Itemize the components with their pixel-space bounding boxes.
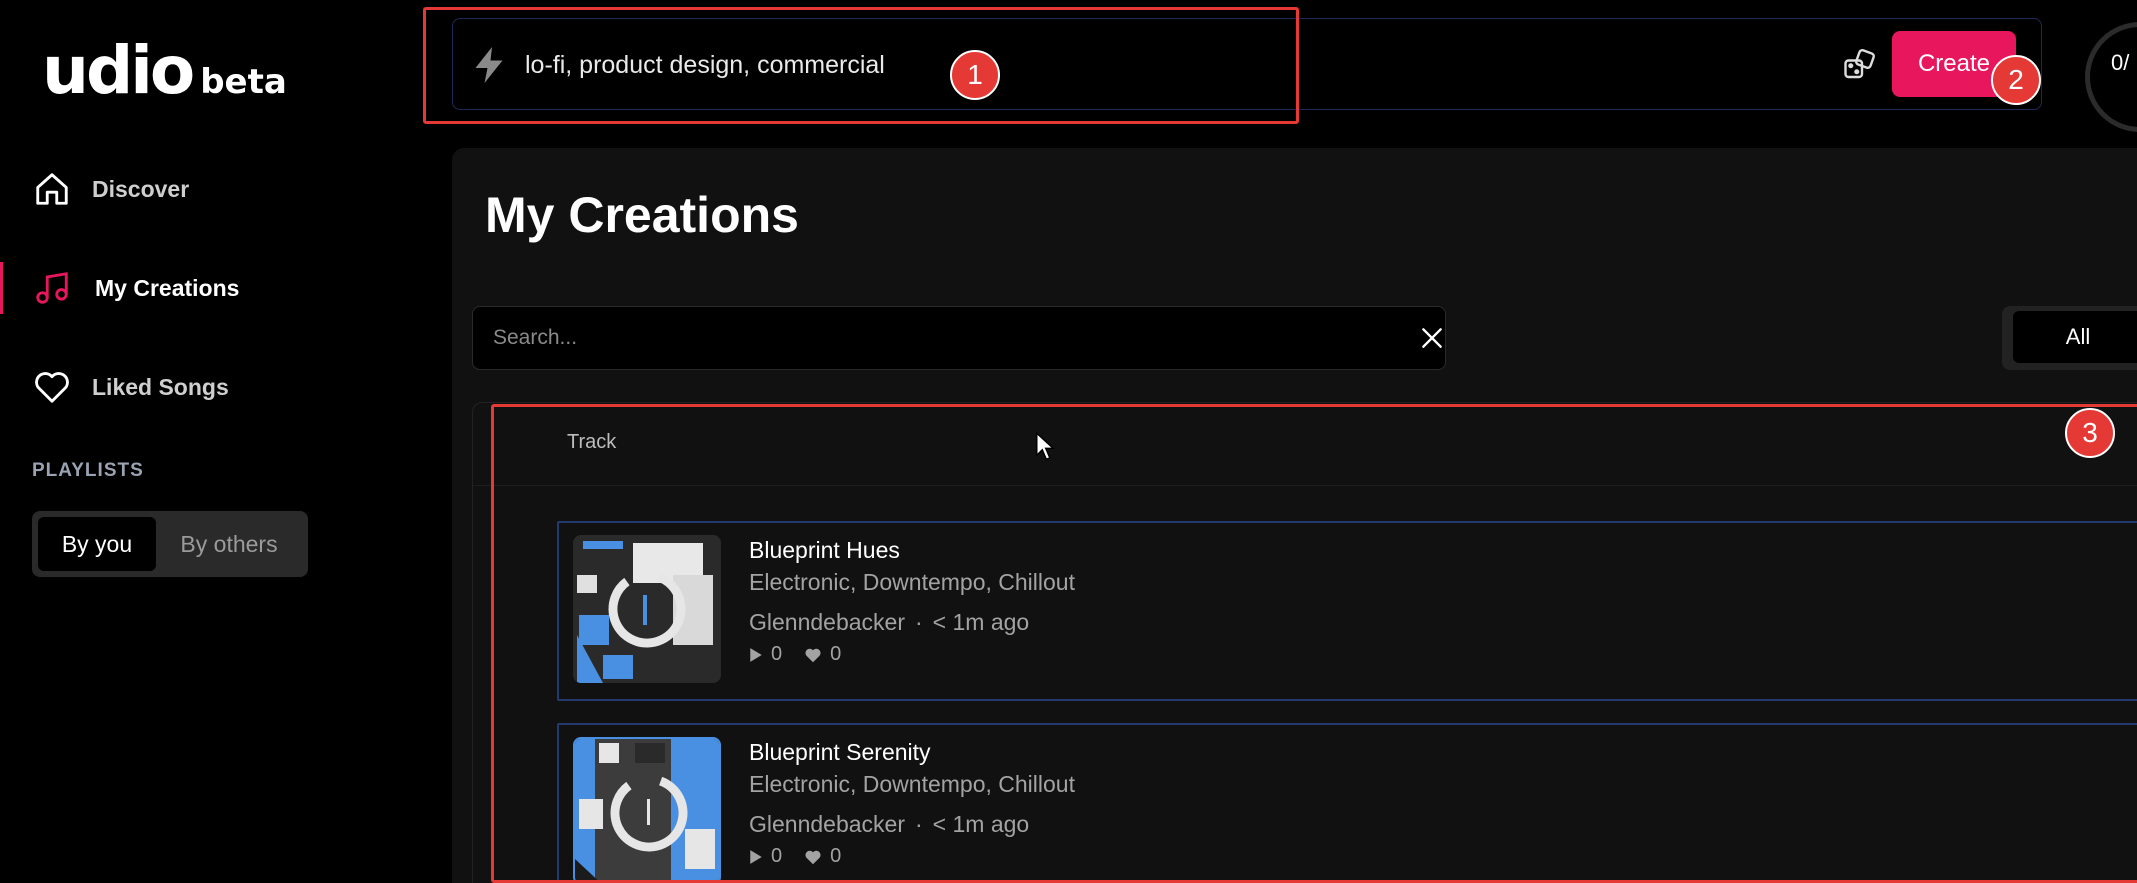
track-title[interactable]: Blueprint Serenity (749, 739, 931, 766)
play-count-value: 0 (771, 845, 783, 867)
home-icon (32, 169, 72, 209)
track-table: Track Blueprint Hues Electronic, Downtem… (472, 402, 2137, 883)
udio-logo[interactable]: udio beta (42, 38, 287, 104)
filter-toggle: All (2002, 306, 2137, 370)
play-count: 0 (749, 845, 782, 868)
sidebar-item-liked-songs[interactable]: Liked Songs (0, 357, 420, 417)
track-time: < 1m ago (932, 609, 1030, 635)
sidebar-item-label: My Creations (95, 274, 240, 301)
track-stats: 0 0 (749, 643, 863, 666)
search-box (472, 306, 1446, 370)
like-count-value: 0 (830, 845, 842, 867)
main-panel: My Creations All Track (452, 148, 2137, 883)
track-artist[interactable]: Glenndebacker (749, 811, 905, 838)
track-meta: Glenndebacker · < 1m ago (749, 811, 1029, 838)
sidebar: udio beta Discover My Creations Liked So… (0, 0, 420, 883)
playlist-tabs: By you By others (32, 511, 308, 577)
meta-separator: · (915, 811, 923, 837)
music-note-icon (32, 268, 72, 308)
page-title: My Creations (485, 187, 799, 243)
logo-wordmark: udio (42, 32, 195, 109)
divider (473, 485, 2137, 486)
track-stats: 0 0 (749, 845, 863, 868)
bolt-icon (471, 45, 507, 90)
filter-all-button[interactable]: All (2013, 311, 2137, 363)
playlists-heading: PLAYLISTS (32, 460, 144, 481)
close-icon[interactable] (1419, 325, 1445, 351)
track-artwork[interactable] (573, 737, 721, 883)
like-count: 0 (804, 643, 841, 666)
like-count: 0 (804, 845, 841, 868)
sidebar-item-label: Discover (92, 175, 190, 202)
sidebar-item-label: Liked Songs (92, 373, 229, 400)
mouse-cursor-icon (1036, 432, 1055, 461)
heart-icon (32, 367, 72, 407)
play-count-value: 0 (771, 643, 783, 665)
search-input[interactable] (473, 307, 1373, 369)
track-row[interactable]: Blueprint Serenity Electronic, Downtempo… (557, 723, 2137, 883)
heart-icon (805, 850, 821, 864)
like-count-value: 0 (830, 643, 842, 665)
prompt-bar: lo-fi, product design, commercial Create (452, 18, 2042, 110)
prompt-input[interactable]: lo-fi, product design, commercial (525, 51, 885, 80)
track-title[interactable]: Blueprint Hues (749, 537, 900, 564)
credits-text: 0/ (2111, 50, 2130, 75)
track-artwork[interactable] (573, 535, 721, 683)
credits-indicator[interactable] (2085, 22, 2137, 132)
column-header-track[interactable]: Track (567, 431, 616, 454)
heart-icon (805, 648, 821, 662)
play-count: 0 (749, 643, 782, 666)
dice-icon[interactable] (1841, 47, 1877, 83)
sidebar-item-my-creations[interactable]: My Creations (0, 258, 420, 318)
logo-beta-tag: beta (200, 62, 287, 102)
play-icon (750, 647, 762, 662)
track-tags: Electronic, Downtempo, Chillout (749, 569, 1075, 595)
sidebar-item-discover[interactable]: Discover (0, 159, 420, 219)
create-button[interactable]: Create (1892, 31, 2016, 97)
track-time: < 1m ago (932, 811, 1030, 837)
track-tags: Electronic, Downtempo, Chillout (749, 771, 1075, 797)
track-meta: Glenndebacker · < 1m ago (749, 609, 1029, 636)
play-icon (750, 849, 762, 864)
meta-separator: · (915, 609, 923, 635)
track-row[interactable]: Blueprint Hues Electronic, Downtempo, Ch… (557, 521, 2137, 701)
track-artist[interactable]: Glenndebacker (749, 609, 905, 636)
tab-by-others[interactable]: By others (156, 517, 302, 571)
tab-by-you[interactable]: By you (38, 517, 156, 571)
